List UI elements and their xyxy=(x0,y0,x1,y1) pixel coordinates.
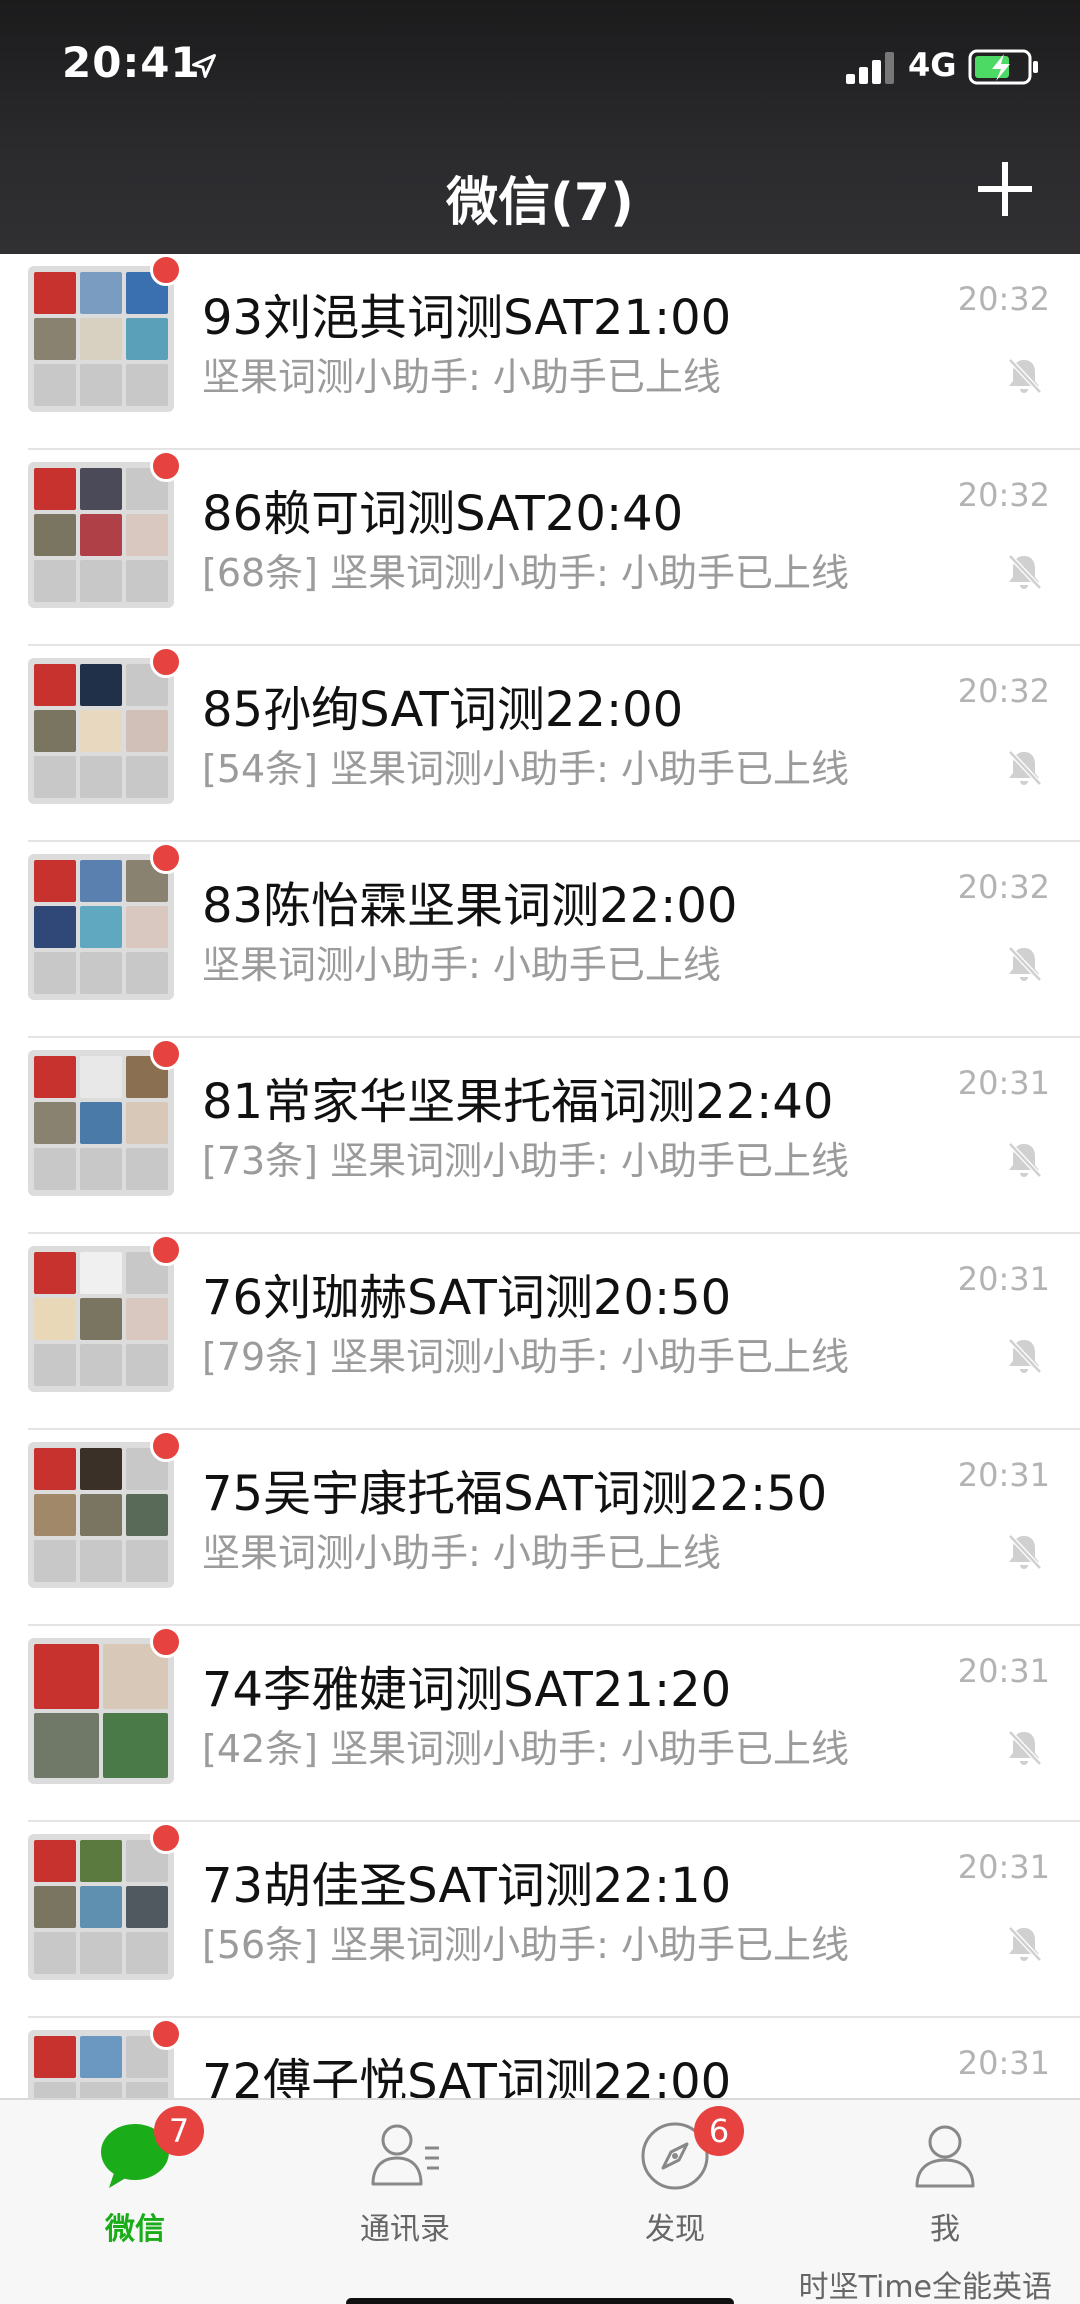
chat-time: 20:32 xyxy=(957,280,1050,318)
group-avatar xyxy=(28,1050,174,1196)
chat-preview: [42条] 坚果词测小助手: 小助手已上线 xyxy=(202,1727,849,1771)
chat-time: 20:31 xyxy=(957,1260,1050,1298)
unread-dot xyxy=(150,254,182,286)
chat-row[interactable]: 93刘浥其词测SAT21:00 坚果词测小助手: 小助手已上线 20:32 xyxy=(0,254,1080,450)
unread-dot xyxy=(150,2018,182,2050)
chat-name: 73胡佳圣SAT词测22:10 xyxy=(202,1858,732,1914)
battery-charging-icon xyxy=(968,49,1038,85)
add-button[interactable] xyxy=(976,160,1034,218)
tab-label: 通讯录 xyxy=(360,2212,450,2247)
chat-name: 74李雅婕词测SAT21:20 xyxy=(202,1662,732,1718)
contacts-icon xyxy=(371,2124,439,2186)
signal-strength-icon xyxy=(846,52,894,84)
person-icon xyxy=(915,2125,975,2188)
group-avatar xyxy=(28,1638,174,1784)
group-avatar xyxy=(28,1834,174,1980)
unread-dot xyxy=(150,1822,182,1854)
group-avatar xyxy=(28,1246,174,1392)
bottom-tab-bar: 7 微信 通讯录 6 发现 我 时坚Time全能英语 xyxy=(0,2098,1080,2304)
chat-name: 85孙绚SAT词测22:00 xyxy=(202,682,684,738)
location-arrow-icon xyxy=(192,54,216,78)
chat-preview: [68条] 坚果词测小助手: 小助手已上线 xyxy=(202,551,849,595)
chat-name: 75吴宇康托福SAT词测22:50 xyxy=(202,1466,828,1522)
watermark-text: 时坚Time全能英语 xyxy=(798,2270,1052,2304)
group-avatar xyxy=(28,854,174,1000)
chat-name: 72傅子悦SAT词测22:00 xyxy=(202,2054,732,2098)
chat-row[interactable]: 86赖可词测SAT20:40 [68条] 坚果词测小助手: 小助手已上线 20:… xyxy=(0,450,1080,646)
mute-bell-icon xyxy=(1008,358,1042,394)
chat-time: 20:31 xyxy=(957,1848,1050,1886)
mute-bell-icon xyxy=(1008,1730,1042,1766)
chat-name: 86赖可词测SAT20:40 xyxy=(202,486,684,542)
group-avatar xyxy=(28,462,174,608)
tab-label: 我 xyxy=(930,2212,960,2247)
unread-dot xyxy=(150,842,182,874)
chat-name: 76刘珈赫SAT词测20:50 xyxy=(202,1270,732,1326)
chat-preview: [73条] 坚果词测小助手: 小助手已上线 xyxy=(202,1139,849,1183)
mute-bell-icon xyxy=(1008,946,1042,982)
chat-time: 20:32 xyxy=(957,672,1050,710)
home-indicator[interactable] xyxy=(346,2298,734,2304)
network-type: 4G xyxy=(908,46,957,84)
chat-row[interactable]: 75吴宇康托福SAT词测22:50 坚果词测小助手: 小助手已上线 20:31 xyxy=(0,1430,1080,1626)
chat-name: 81常家华坚果托福词测22:40 xyxy=(202,1074,834,1130)
chat-row[interactable]: 72傅子悦SAT词测22:00 20:31 xyxy=(0,2018,1080,2098)
mute-bell-icon xyxy=(1008,1926,1042,1962)
chat-time: 20:31 xyxy=(957,1064,1050,1102)
unread-dot xyxy=(150,1626,182,1658)
chat-time: 20:32 xyxy=(957,868,1050,906)
top-navigation-bar: 20:41 4G 微信(7) xyxy=(0,0,1080,254)
unread-dot xyxy=(150,450,182,482)
chat-preview: 坚果词测小助手: 小助手已上线 xyxy=(202,355,721,399)
chat-row[interactable]: 73胡佳圣SAT词测22:10 [56条] 坚果词测小助手: 小助手已上线 20… xyxy=(0,1822,1080,2018)
mute-bell-icon xyxy=(1008,1338,1042,1374)
chat-row[interactable]: 83陈怡霖坚果词测22:00 坚果词测小助手: 小助手已上线 20:32 xyxy=(0,842,1080,1038)
chat-time: 20:31 xyxy=(957,1652,1050,1690)
unread-dot xyxy=(150,1430,182,1462)
group-avatar xyxy=(28,266,174,412)
chat-preview: 坚果词测小助手: 小助手已上线 xyxy=(202,1531,721,1575)
page-title: 微信(7) xyxy=(446,173,634,233)
unread-dot xyxy=(150,1234,182,1266)
chat-preview: [56条] 坚果词测小助手: 小助手已上线 xyxy=(202,1923,849,1967)
chat-row[interactable]: 81常家华坚果托福词测22:40 [73条] 坚果词测小助手: 小助手已上线 2… xyxy=(0,1038,1080,1234)
chat-row[interactable]: 74李雅婕词测SAT21:20 [42条] 坚果词测小助手: 小助手已上线 20… xyxy=(0,1626,1080,1822)
mute-bell-icon xyxy=(1008,750,1042,786)
chat-time: 20:31 xyxy=(957,1456,1050,1494)
group-avatar xyxy=(28,1442,174,1588)
mute-bell-icon xyxy=(1008,554,1042,590)
tab-badge: 6 xyxy=(694,2106,744,2156)
tab-chats[interactable]: 7 微信 xyxy=(0,2100,270,2304)
chat-name: 93刘浥其词测SAT21:00 xyxy=(202,290,732,346)
chat-preview: [79条] 坚果词测小助手: 小助手已上线 xyxy=(202,1335,849,1379)
mute-bell-icon xyxy=(1008,1534,1042,1570)
tab-label: 发现 xyxy=(645,2212,705,2247)
chat-row[interactable]: 85孙绚SAT词测22:00 [54条] 坚果词测小助手: 小助手已上线 20:… xyxy=(0,646,1080,842)
group-avatar xyxy=(28,658,174,804)
chat-name: 83陈怡霖坚果词测22:00 xyxy=(202,878,738,934)
status-time: 20:41 xyxy=(62,38,201,87)
tab-discover[interactable]: 6 发现 xyxy=(540,2100,810,2304)
tab-label: 微信 xyxy=(105,2212,165,2247)
chat-preview: 坚果词测小助手: 小助手已上线 xyxy=(202,943,721,987)
chat-preview: [54条] 坚果词测小助手: 小助手已上线 xyxy=(202,747,849,791)
tab-contacts[interactable]: 通讯录 xyxy=(270,2100,540,2304)
tab-badge: 7 xyxy=(154,2106,204,2156)
chat-row[interactable]: 76刘珈赫SAT词测20:50 [79条] 坚果词测小助手: 小助手已上线 20… xyxy=(0,1234,1080,1430)
unread-dot xyxy=(150,1038,182,1070)
chat-time: 20:32 xyxy=(957,476,1050,514)
chat-time: 20:31 xyxy=(957,2044,1050,2082)
unread-dot xyxy=(150,646,182,678)
chat-list[interactable]: 93刘浥其词测SAT21:00 坚果词测小助手: 小助手已上线 20:32 86… xyxy=(0,254,1080,2098)
mute-bell-icon xyxy=(1008,1142,1042,1178)
